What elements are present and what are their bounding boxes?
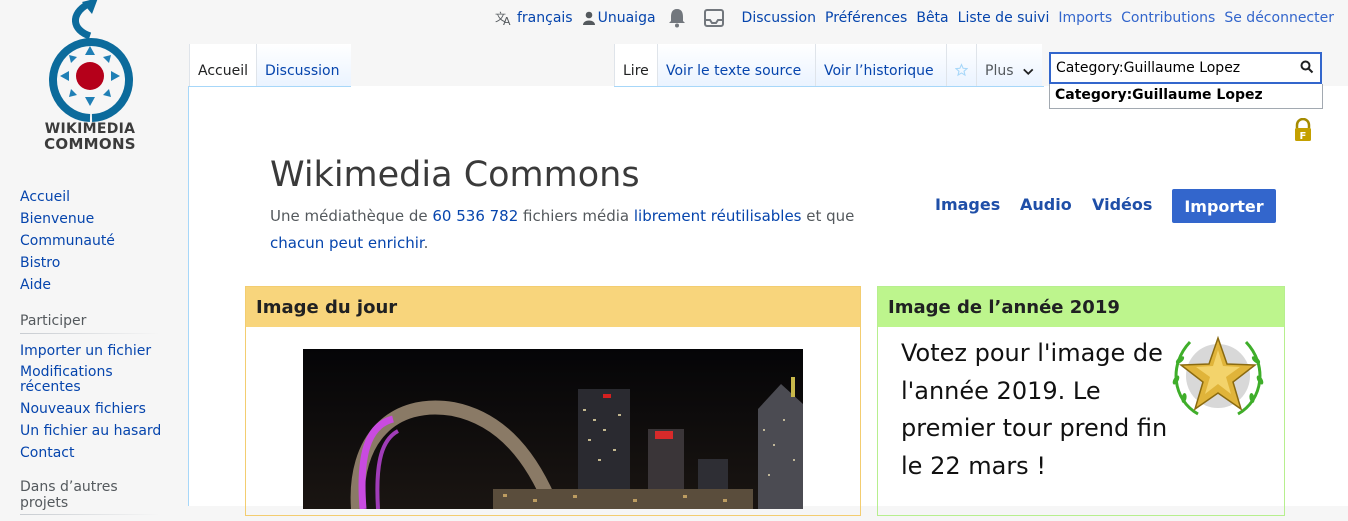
nav-audio-link[interactable]: Audio bbox=[1020, 195, 1072, 214]
sidebar-nav: Accueil Bienvenue Communauté Bistro Aide bbox=[20, 186, 180, 296]
poty-announcement: Votez pour l'image de l'année 2019. Le p… bbox=[901, 339, 1168, 480]
svg-text:F: F bbox=[1300, 131, 1307, 142]
watch-star-button[interactable] bbox=[946, 44, 976, 87]
tab-view-source[interactable]: Voir le texte source bbox=[657, 44, 815, 87]
chevron-down-icon bbox=[1022, 68, 1033, 76]
tab-lire[interactable]: Lire bbox=[614, 44, 657, 87]
sidebar-item-bienvenue[interactable]: Bienvenue bbox=[20, 208, 180, 230]
potd-image[interactable] bbox=[303, 349, 803, 509]
search-suggestion[interactable]: Category:Guillaume Lopez bbox=[1049, 84, 1323, 109]
sidebar-item-aide[interactable]: Aide bbox=[20, 274, 180, 296]
tray-icon bbox=[703, 9, 724, 27]
tab-accueil[interactable]: Accueil bbox=[189, 44, 256, 87]
award-star-icon bbox=[1172, 335, 1264, 416]
sidebar-item-hasard[interactable]: Un fichier au hasard bbox=[20, 420, 180, 442]
logo-line-2: COMMONS bbox=[44, 135, 136, 153]
lock-icon: F bbox=[1295, 118, 1311, 142]
sidebar-item-importer[interactable]: Importer un fichier bbox=[20, 340, 180, 362]
search-icon[interactable] bbox=[1300, 60, 1314, 74]
contributions-link[interactable]: Contributions bbox=[1121, 10, 1215, 26]
page-title: Wikimedia Commons bbox=[270, 155, 640, 195]
tab-divider-left bbox=[189, 86, 351, 87]
sidebar-participate: Importer un fichier Modifications récent… bbox=[20, 340, 180, 464]
notices-button[interactable] bbox=[703, 9, 724, 27]
user-talk-link[interactable]: Discussion bbox=[742, 10, 816, 26]
sidebar-item-bistro[interactable]: Bistro bbox=[20, 252, 180, 274]
sidebar-heading-participer: Participer bbox=[20, 313, 160, 334]
tagline-text-2: fichiers média bbox=[518, 207, 634, 225]
tab-history[interactable]: Voir l’historique bbox=[815, 44, 946, 87]
tagline-text-1: Une médiathèque de bbox=[270, 207, 433, 225]
search-input[interactable] bbox=[1049, 52, 1322, 84]
language-selector[interactable]: 文A français bbox=[495, 10, 573, 26]
translate-icon: 文A bbox=[495, 10, 511, 26]
svg-text:A: A bbox=[503, 15, 511, 26]
nav-videos-link[interactable]: Vidéos bbox=[1092, 195, 1152, 214]
tagline: Une médiathèque de 60 536 782 fichiers m… bbox=[270, 203, 890, 257]
more-menu-label: Plus bbox=[985, 63, 1014, 79]
sidebar-heading-autres-projets: Dans d’autres projets bbox=[20, 479, 160, 515]
sidebar-item-accueil[interactable]: Accueil bbox=[20, 186, 180, 208]
bell-icon bbox=[668, 9, 685, 28]
beta-link[interactable]: Bêta bbox=[916, 10, 948, 26]
sidebar-item-contact[interactable]: Contact bbox=[20, 442, 180, 464]
more-menu[interactable]: Plus bbox=[976, 44, 1042, 87]
nav-images-link[interactable]: Images bbox=[935, 195, 1000, 214]
personal-tools: 文A français Unuaiga Discussion Préférenc… bbox=[495, 7, 1343, 29]
tab-discussion[interactable]: Discussion bbox=[256, 44, 351, 87]
tab-divider-right bbox=[614, 86, 1044, 87]
tagline-text-3: et que bbox=[801, 207, 855, 225]
user-page-link[interactable]: Unuaiga bbox=[582, 10, 656, 26]
tagline-text-4: . bbox=[423, 234, 429, 252]
import-button[interactable]: Importer bbox=[1172, 189, 1276, 223]
star-icon bbox=[955, 63, 968, 77]
logo-text: WIKIMEDIA COMMONS bbox=[22, 122, 158, 152]
free-reuse-link[interactable]: librement réutilisables bbox=[634, 207, 802, 225]
poty-heading: Image de l’année 2019 bbox=[878, 287, 1284, 327]
language-label: français bbox=[517, 10, 573, 26]
uploads-link[interactable]: Imports bbox=[1058, 10, 1112, 26]
sidebar-item-nouveaux[interactable]: Nouveaux fichiers bbox=[20, 398, 180, 420]
user-name: Unuaiga bbox=[597, 10, 656, 26]
sidebar-item-communaute[interactable]: Communauté bbox=[20, 230, 180, 252]
potd-heading: Image du jour bbox=[246, 287, 860, 327]
notifications-button[interactable] bbox=[668, 8, 686, 28]
user-icon bbox=[582, 11, 595, 25]
anyone-edit-link[interactable]: chacun peut enrichir bbox=[270, 234, 424, 252]
preferences-link[interactable]: Préférences bbox=[825, 10, 907, 26]
sidebar-item-modifications[interactable]: Modifications récentes bbox=[20, 365, 130, 395]
watchlist-link[interactable]: Liste de suivi bbox=[958, 10, 1050, 26]
logout-link[interactable]: Se déconnecter bbox=[1224, 10, 1334, 26]
file-count-link[interactable]: 60 536 782 bbox=[432, 207, 518, 225]
sidebar: Accueil Bienvenue Communauté Bistro Aide… bbox=[20, 186, 180, 521]
